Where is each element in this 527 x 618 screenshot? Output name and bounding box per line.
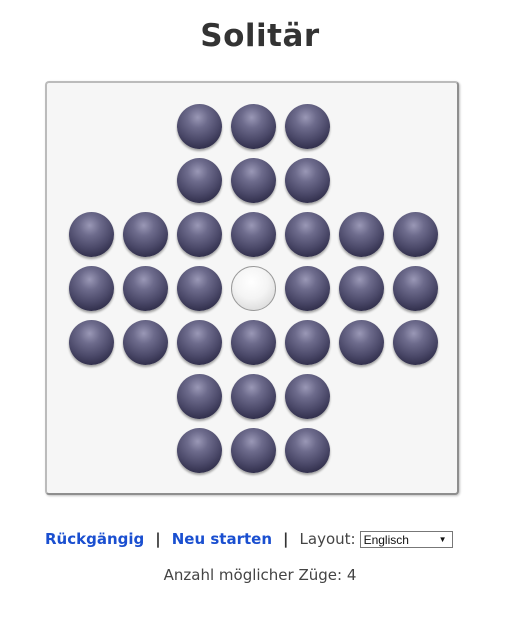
peg[interactable]: [285, 428, 330, 473]
solitaire-page: Solitär Rückgängig | Neu starten | Layou…: [0, 0, 527, 618]
layout-label: Layout:: [299, 530, 356, 548]
peg[interactable]: [393, 266, 438, 311]
peg[interactable]: [285, 266, 330, 311]
peg[interactable]: [339, 266, 384, 311]
peg[interactable]: [69, 212, 114, 257]
peg[interactable]: [177, 104, 222, 149]
empty-hole[interactable]: [231, 266, 276, 311]
separator: |: [283, 530, 289, 548]
peg[interactable]: [231, 320, 276, 365]
peg[interactable]: [285, 374, 330, 419]
peg[interactable]: [177, 428, 222, 473]
peg[interactable]: [69, 320, 114, 365]
peg[interactable]: [339, 212, 384, 257]
separator: |: [155, 530, 161, 548]
peg[interactable]: [69, 266, 114, 311]
peg[interactable]: [123, 266, 168, 311]
game-board: [45, 81, 459, 495]
undo-link[interactable]: Rückgängig: [45, 530, 144, 548]
peg[interactable]: [177, 266, 222, 311]
peg[interactable]: [285, 104, 330, 149]
peg[interactable]: [231, 428, 276, 473]
peg[interactable]: [123, 212, 168, 257]
peg[interactable]: [393, 320, 438, 365]
peg[interactable]: [177, 374, 222, 419]
dropdown-arrow-icon: ▼: [438, 534, 447, 544]
peg[interactable]: [285, 212, 330, 257]
peg[interactable]: [231, 212, 276, 257]
peg[interactable]: [231, 104, 276, 149]
controls-bar: Rückgängig | Neu starten | Layout: Engli…: [45, 528, 453, 550]
peg[interactable]: [393, 212, 438, 257]
peg[interactable]: [231, 374, 276, 419]
peg[interactable]: [339, 320, 384, 365]
page-title: Solitär: [200, 18, 320, 54]
peg[interactable]: [123, 320, 168, 365]
restart-link[interactable]: Neu starten: [172, 530, 272, 548]
peg[interactable]: [231, 158, 276, 203]
peg[interactable]: [285, 158, 330, 203]
peg[interactable]: [177, 320, 222, 365]
peg[interactable]: [177, 158, 222, 203]
peg[interactable]: [177, 212, 222, 257]
peg[interactable]: [285, 320, 330, 365]
layout-select-value: Englisch: [363, 532, 409, 547]
layout-select[interactable]: Englisch ▼: [359, 530, 453, 548]
possible-moves-status: Anzahl möglicher Züge: 4: [163, 566, 357, 584]
